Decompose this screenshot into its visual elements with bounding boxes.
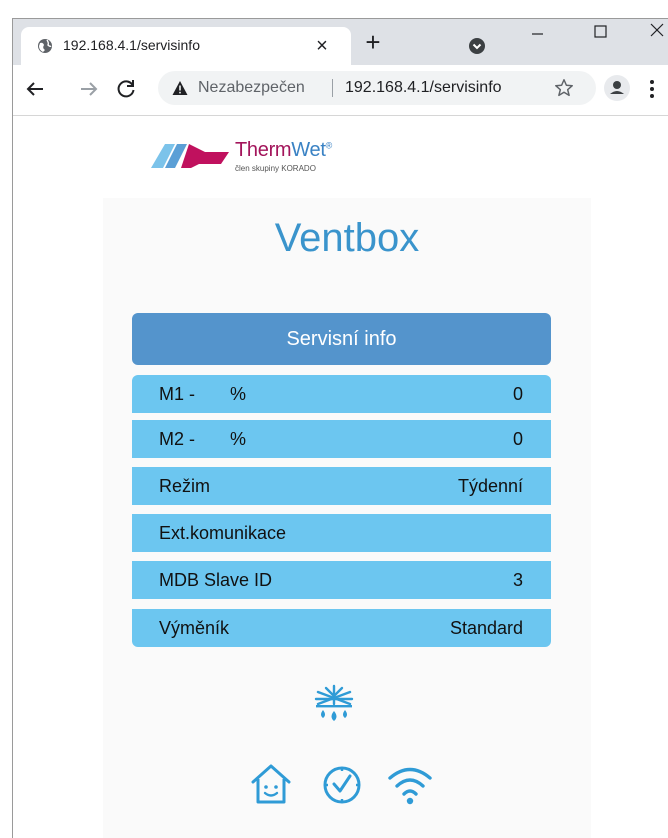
home-icon[interactable] — [249, 762, 293, 806]
back-arrow-icon[interactable] — [23, 77, 47, 101]
info-row-rezim: Režim Týdenní — [132, 467, 551, 505]
row-label: Ext.komunikace — [159, 523, 287, 543]
browser-tab[interactable]: 192.168.4.1/servisinfo × — [21, 27, 351, 65]
row-value: Standard — [449, 618, 523, 638]
wifi-icon[interactable] — [387, 764, 433, 806]
address-bar[interactable]: Nezabezpečen 192.168.4.1/servisinfo — [158, 71, 596, 105]
tab-strip: 192.168.4.1/servisinfo × + — [13, 19, 668, 65]
row-label: M1 - — [159, 384, 195, 404]
row-label: Výměník — [159, 618, 230, 638]
tab-close-icon[interactable]: × — [308, 32, 336, 60]
row-value: 0 — [512, 384, 523, 404]
info-row-ext-komunikace: Ext.komunikace — [132, 514, 551, 552]
row-label: MDB Slave ID — [159, 570, 273, 590]
warning-icon[interactable] — [172, 80, 188, 96]
logo-tagline: člen skupiny KORADO — [235, 164, 316, 173]
panel-header: Servisní info — [132, 313, 551, 365]
info-row-mdb-slave-id: MDB Slave ID 3 — [132, 561, 551, 599]
row-value: 3 — [512, 570, 523, 590]
page-content: ThermWet® člen skupiny KORADO Ventbox Se… — [13, 116, 668, 838]
row-unit: % — [230, 429, 247, 449]
globe-icon — [38, 39, 52, 53]
row-value: Týdenní — [457, 476, 523, 496]
address-separator — [332, 79, 333, 97]
bookmark-star-icon[interactable] — [553, 77, 575, 99]
row-unit: % — [230, 384, 247, 404]
tab-title: 192.168.4.1/servisinfo — [63, 37, 200, 53]
thermwet-logo: ThermWet® člen skupiny KORADO — [151, 138, 351, 178]
browser-window: 192.168.4.1/servisinfo × + Nezabezpečen … — [12, 18, 668, 838]
info-row-m2: M2 - % 0 — [132, 420, 551, 458]
row-value: 0 — [512, 429, 523, 449]
url-text[interactable]: 192.168.4.1/servisinfo — [345, 79, 502, 97]
logo-wordmark: ThermWet® — [235, 139, 332, 161]
tab-search-icon[interactable] — [468, 37, 486, 55]
maximize-icon[interactable] — [583, 19, 619, 49]
reload-icon[interactable] — [114, 77, 138, 101]
info-row-vymenik: Výměník Standard — [132, 609, 551, 647]
logo-mark-icon — [151, 144, 229, 168]
row-label: M2 - — [159, 429, 195, 449]
snowflake-drops-icon[interactable] — [314, 684, 354, 724]
clock-icon[interactable] — [320, 762, 364, 806]
person-icon — [610, 81, 624, 94]
security-status[interactable]: Nezabezpečen — [198, 79, 305, 97]
minimize-icon[interactable] — [519, 19, 555, 49]
close-window-icon[interactable] — [641, 19, 668, 49]
forward-arrow-icon[interactable] — [77, 77, 101, 101]
browser-toolbar: Nezabezpečen 192.168.4.1/servisinfo — [13, 65, 668, 116]
page-title: Ventbox — [274, 216, 420, 260]
new-tab-button[interactable]: + — [359, 29, 387, 55]
menu-dots-icon[interactable] — [649, 79, 655, 99]
row-label: Režim — [159, 476, 211, 496]
info-row-m1: M1 - % 0 — [132, 375, 551, 413]
profile-avatar[interactable] — [604, 75, 630, 101]
